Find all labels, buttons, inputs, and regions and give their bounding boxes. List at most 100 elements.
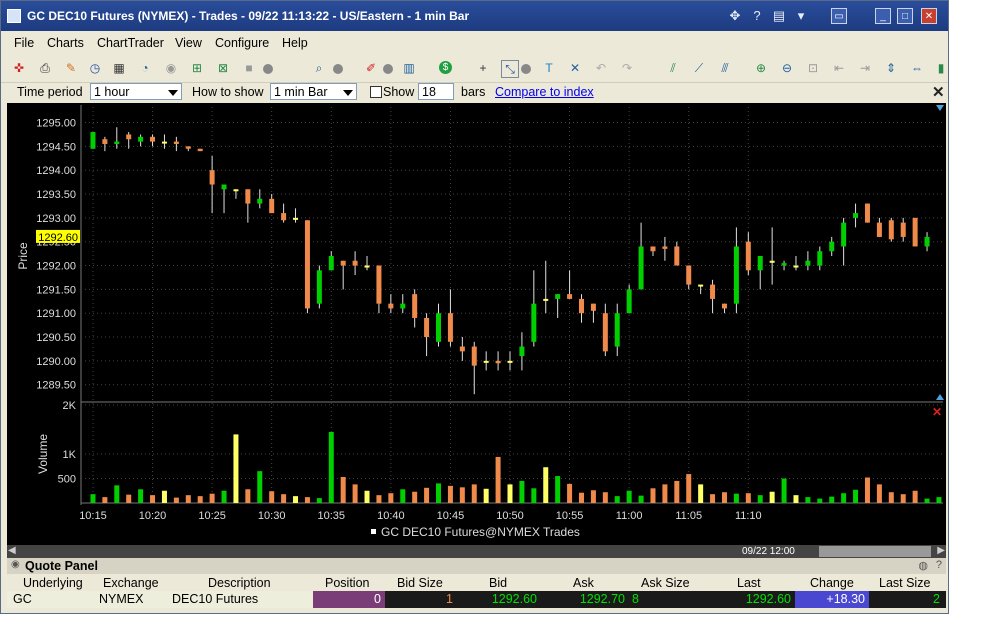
volume-bar: [197, 496, 203, 503]
close-settings-icon[interactable]: ✕: [932, 83, 945, 101]
pin-icon[interactable]: ✥: [727, 8, 743, 24]
candle-body: [126, 134, 132, 140]
menu-view[interactable]: View: [175, 36, 202, 50]
candle-body: [471, 346, 477, 366]
expand-icon[interactable]: ⇔: [909, 60, 925, 76]
col-underlying[interactable]: Underlying: [23, 576, 83, 590]
redo-icon[interactable]: ↷: [619, 60, 635, 76]
candle-body: [555, 294, 561, 299]
scrollbar-thumb[interactable]: [819, 546, 931, 557]
price-tick-label: 1290.50: [36, 332, 76, 344]
menu-help[interactable]: Help: [282, 36, 308, 50]
minimize-icon[interactable]: _: [875, 8, 891, 24]
title-bar[interactable]: GC DEC10 Futures (NYMEX) - Trades - 09/2…: [1, 1, 948, 31]
volume-bar: [876, 484, 882, 503]
col-last-size[interactable]: Last Size: [879, 576, 930, 590]
dropdown-icon[interactable]: [333, 64, 343, 74]
menu-configure[interactable]: Configure: [215, 36, 269, 50]
export-icon[interactable]: ▾: [793, 8, 809, 24]
close-volume-icon[interactable]: ✕: [932, 405, 942, 419]
compress-icon[interactable]: ⇕: [883, 60, 899, 76]
cross-icon[interactable]: +: [475, 60, 491, 76]
quote-row[interactable]: GC NYMEX DEC10 Futures 0 1 1292.60 1292.…: [7, 591, 946, 608]
gauge-icon[interactable]: ◔: [137, 60, 153, 76]
candle-body: [674, 246, 680, 266]
help-icon[interactable]: ?: [936, 559, 942, 571]
candle-body: [209, 170, 215, 185]
channel-icon[interactable]: ⫻: [717, 60, 733, 76]
candle-body: [114, 141, 120, 144]
time-tick-label: 10:30: [258, 510, 286, 522]
clock-icon[interactable]: ◷: [87, 60, 103, 76]
volume-bar: [745, 493, 751, 503]
how-to-show-select[interactable]: 1 min Bar: [270, 83, 357, 100]
collapse-icon[interactable]: ◉: [11, 559, 20, 570]
candle-body: [221, 184, 227, 190]
layout-icon[interactable]: ⊞: [189, 60, 205, 76]
col-bid-size[interactable]: Bid Size: [397, 576, 443, 590]
scroll-left-icon[interactable]: ◀: [8, 545, 16, 556]
indicator-icon[interactable]: ⫽: [665, 60, 681, 76]
grid-icon[interactable]: ▦: [111, 60, 127, 76]
bars-count-input[interactable]: 18: [418, 83, 454, 100]
menu-file[interactable]: File: [14, 36, 34, 50]
crosshair-icon[interactable]: ✜: [11, 60, 27, 76]
candle-body: [757, 256, 763, 271]
window-list-icon[interactable]: ▭: [831, 8, 847, 24]
fit-icon[interactable]: ⊡: [805, 60, 821, 76]
col-change[interactable]: Change: [810, 576, 854, 590]
dropdown-icon[interactable]: [263, 64, 273, 74]
dropdown-icon[interactable]: [521, 64, 531, 74]
maximize-icon[interactable]: □: [897, 8, 913, 24]
menu-charttrader[interactable]: ChartTrader: [97, 36, 164, 50]
chart-area[interactable]: 1295.00 1294.50 1294.00 1293.50 1293.00 1292.…: [7, 103, 946, 545]
print-icon[interactable]: ⎙: [37, 60, 53, 76]
pencil-icon[interactable]: ✐: [363, 60, 379, 76]
brush-icon[interactable]: ✎: [63, 60, 79, 76]
zoom-out-icon[interactable]: ⊖: [779, 60, 795, 76]
quote-panel-header[interactable]: ◉ Quote Panel ◍ ?: [7, 558, 946, 574]
col-ask-size[interactable]: Ask Size: [641, 576, 690, 590]
time-scrollbar[interactable]: ◀ 09/22 12:00 ▶: [7, 545, 946, 558]
trendline-icon[interactable]: ⟋: [691, 60, 707, 76]
col-exchange[interactable]: Exchange: [103, 576, 159, 590]
volume-bar: [733, 493, 739, 503]
print-icon[interactable]: ▤: [771, 8, 787, 24]
col-bid[interactable]: Bid: [489, 576, 507, 590]
col-description[interactable]: Description: [208, 576, 271, 590]
menu-charts[interactable]: Charts: [47, 36, 84, 50]
volume-bar: [388, 493, 394, 503]
help-icon[interactable]: ?: [749, 8, 765, 24]
price-tick-label: 1290.00: [36, 356, 76, 368]
candle-body: [388, 303, 394, 309]
how-to-show-value: 1 min Bar: [274, 85, 328, 99]
undo-icon[interactable]: ↶: [593, 60, 609, 76]
more-icon[interactable]: ▮: [933, 60, 948, 76]
dollar-icon[interactable]: $: [439, 61, 452, 74]
time-period-select[interactable]: 1 hour: [90, 83, 182, 100]
dropdown-icon[interactable]: [383, 64, 393, 74]
square-icon[interactable]: ■: [241, 60, 257, 76]
shift-left-icon[interactable]: ⇤: [831, 60, 847, 76]
cursor-icon[interactable]: ⤡: [501, 60, 519, 78]
candle-body: [447, 313, 453, 342]
zoom-in-icon[interactable]: ⊕: [753, 60, 769, 76]
text-icon[interactable]: T: [541, 60, 557, 76]
chart-icon[interactable]: ⊠: [215, 60, 231, 76]
compare-to-index-link[interactable]: Compare to index: [495, 85, 594, 99]
close-icon[interactable]: ✕: [921, 8, 937, 24]
zoom-icon[interactable]: ⌕: [311, 60, 327, 76]
col-last[interactable]: Last: [737, 576, 761, 590]
delete-drawing-icon[interactable]: ✕: [567, 60, 583, 76]
candle-body: [864, 203, 870, 223]
bars-icon[interactable]: ▥: [401, 60, 417, 76]
show-checkbox[interactable]: [370, 86, 382, 98]
shift-right-icon[interactable]: ⇥: [857, 60, 873, 76]
disabled-icon[interactable]: ◉: [163, 60, 179, 76]
volume-bar: [626, 490, 632, 503]
col-position[interactable]: Position: [325, 576, 369, 590]
scroll-date: 09/22 12:00: [742, 546, 795, 557]
col-ask[interactable]: Ask: [573, 576, 594, 590]
scroll-right-icon[interactable]: ▶: [937, 545, 945, 556]
settings-icon[interactable]: ◍: [918, 559, 928, 572]
